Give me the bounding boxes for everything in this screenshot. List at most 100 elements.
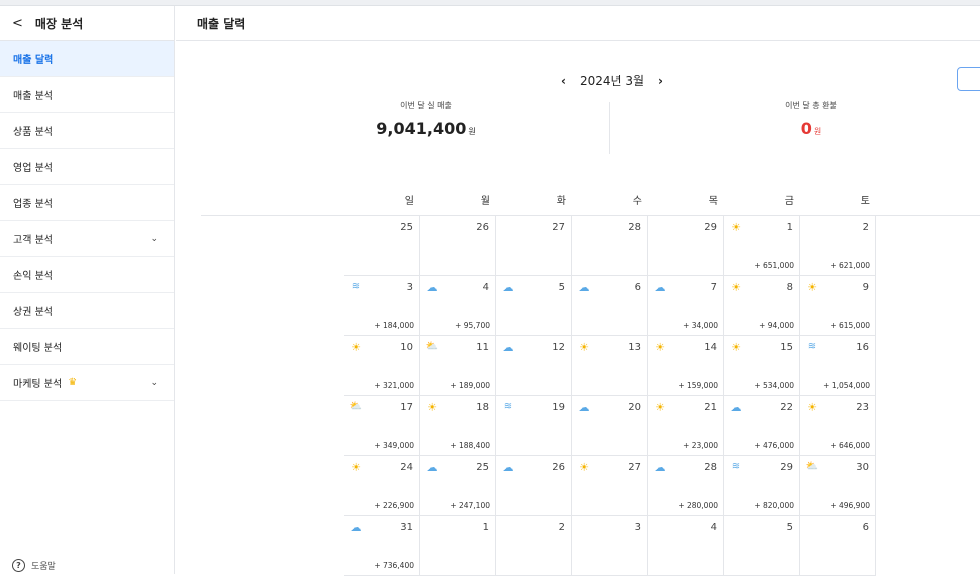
day-sales-amount: + 188,400 xyxy=(450,441,490,450)
sidebar-item-5[interactable]: 고객 분석 ⌄ xyxy=(0,221,174,257)
calendar-day-cell[interactable]: ☁ 28 + 280,000 xyxy=(648,456,724,516)
calendar-day-cell[interactable]: ☁ 20 xyxy=(572,396,648,456)
sidebar-item-6[interactable]: 손익 분석 xyxy=(0,257,174,293)
calendar-day-cell[interactable]: ☁ 5 xyxy=(496,276,572,336)
day-number: 3 xyxy=(406,282,413,293)
sidebar-item-8[interactable]: 웨이팅 분석 xyxy=(0,329,174,365)
calendar-day-cell[interactable]: ≋ 16 + 1,054,000 xyxy=(800,336,876,396)
day-sales-amount: + 226,900 xyxy=(374,501,414,510)
calendar-day-cell[interactable]: 2 + 621,000 xyxy=(800,216,876,276)
calendar-day-cell[interactable]: ☀ 9 + 615,000 xyxy=(800,276,876,336)
day-number: 6 xyxy=(634,282,641,293)
calendar-day-cell[interactable]: ☀ 18 + 188,400 xyxy=(420,396,496,456)
sidebar-item-3[interactable]: 영업 분석 xyxy=(0,149,174,185)
help-link[interactable]: ? 도움말 xyxy=(12,559,56,572)
sidebar: < 매장 분석 매출 달력매출 분석상품 분석영업 분석업종 분석 고객 분석 ⌄ 손… xyxy=(0,6,175,574)
sidebar-item-4[interactable]: 업종 분석 xyxy=(0,185,174,221)
calendar-day-cell[interactable]: ☁ 7 + 34,000 xyxy=(648,276,724,336)
sidebar-item-0[interactable]: 매출 달력 xyxy=(0,41,174,77)
calendar-day-cell[interactable]: 29 xyxy=(648,216,724,276)
sidebar-title: 매장 분석 xyxy=(34,16,84,31)
next-month-icon[interactable]: › xyxy=(658,74,663,88)
calendar-day-cell[interactable]: ☀ 8 + 94,000 xyxy=(724,276,800,336)
day-number: 14 xyxy=(704,342,717,353)
calendar-week-row: ⛅ 17 + 349,000 ☀ 18 + 188,400 ≋ 19 ☁ 20 ☀ 21 + 23,00… xyxy=(344,396,877,456)
day-number: 28 xyxy=(628,222,641,233)
day-sales-amount: + 23,000 xyxy=(683,441,718,450)
sidebar-item-1[interactable]: 매출 분석 xyxy=(0,77,174,113)
calendar-day-cell[interactable]: ☀ 10 + 321,000 xyxy=(344,336,420,396)
day-sales-amount: + 280,000 xyxy=(678,501,718,510)
calendar-day-cell[interactable]: ☀ 15 + 534,000 xyxy=(724,336,800,396)
calendar-day-cell[interactable]: ☀ 13 xyxy=(572,336,648,396)
sun-icon: ☀ xyxy=(731,340,741,354)
calendar-day-cell[interactable]: 27 xyxy=(496,216,572,276)
day-number: 21 xyxy=(704,402,717,413)
sidebar-menu: 매출 달력매출 분석상품 분석영업 분석업종 분석 고객 분석 ⌄ 손익 분석상권 분… xyxy=(0,41,174,401)
calendar-day-cell[interactable]: ≋ 3 + 184,000 xyxy=(344,276,420,336)
calendar-day-cell[interactable]: ☀ 27 xyxy=(572,456,648,516)
refund-label: 이번 달 총 환불 xyxy=(785,101,837,110)
day-number: 24 xyxy=(400,462,413,473)
calendar-day-cell[interactable]: ⛅ 17 + 349,000 xyxy=(344,396,420,456)
back-icon[interactable]: < xyxy=(12,16,23,31)
day-number: 30 xyxy=(856,462,869,473)
calendar-day-cell[interactable]: 2 xyxy=(496,516,572,576)
sidebar-item-label: 매출 달력 xyxy=(13,55,54,66)
summary-divider xyxy=(609,102,610,154)
month-navigator: ‹ 2024년 3월 › xyxy=(561,72,663,89)
sidebar-item-content: 상권 분석 xyxy=(13,303,53,318)
day-number: 29 xyxy=(780,462,793,473)
cloud-icon: ☁ xyxy=(654,280,666,294)
calendar-day-cell[interactable]: ☁ 6 xyxy=(572,276,648,336)
calendar-day-cell[interactable]: ≋ 29 + 820,000 xyxy=(724,456,800,516)
sidebar-item-content: 손익 분석 xyxy=(13,267,53,282)
calendar-day-cell[interactable]: ☁ 25 + 247,100 xyxy=(420,456,496,516)
day-number: 17 xyxy=(400,402,413,413)
calendar-day-cell[interactable]: ≋ 19 xyxy=(496,396,572,456)
calendar-day-cell[interactable]: ☁ 4 + 95,700 xyxy=(420,276,496,336)
calendar-day-cell[interactable]: ☁ 12 xyxy=(496,336,572,396)
calendar-day-cell[interactable]: ☁ 31 + 736,400 xyxy=(344,516,420,576)
calendar-day-cell[interactable]: ☀ 23 + 646,000 xyxy=(800,396,876,456)
sidebar-item-9[interactable]: 마케팅 분석 ♛ ⌄ xyxy=(0,365,174,401)
fog-icon: ≋ xyxy=(503,401,513,412)
day-number: 27 xyxy=(552,222,565,233)
calendar-day-cell[interactable]: 25 xyxy=(344,216,420,276)
sidebar-item-content: 상품 분석 xyxy=(13,123,53,138)
calendar-day-cell[interactable]: ☀ 1 + 651,000 xyxy=(724,216,800,276)
fog-icon: ≋ xyxy=(351,281,361,292)
day-number: 28 xyxy=(704,462,717,473)
calendar-day-cell[interactable]: ☁ 22 + 476,000 xyxy=(724,396,800,456)
sun-icon: ☀ xyxy=(807,400,817,414)
day-number: 12 xyxy=(552,342,565,353)
calendar-day-cell[interactable]: ☀ 14 + 159,000 xyxy=(648,336,724,396)
calendar-day-cell[interactable]: ☀ 21 + 23,000 xyxy=(648,396,724,456)
sales-summary: 이번 달 실 매출 9,041,400 원 xyxy=(346,100,506,138)
calendar-day-cell[interactable]: 4 xyxy=(648,516,724,576)
main-content: 매출 달력 ‹ 2024년 3월 › 이번 달 실 매출 9,041,400 원 … xyxy=(176,6,980,576)
calendar-day-cell[interactable]: 28 xyxy=(572,216,648,276)
day-sales-amount: + 476,000 xyxy=(754,441,794,450)
weekday-label: 목 xyxy=(708,196,718,207)
sidebar-item-label: 영업 분석 xyxy=(13,163,53,174)
day-number: 4 xyxy=(710,522,717,533)
day-number: 18 xyxy=(476,402,489,413)
day-sales-amount: + 646,000 xyxy=(830,441,870,450)
day-sales-amount: + 820,000 xyxy=(754,501,794,510)
calendar-day-cell[interactable]: ⛅ 11 + 189,000 xyxy=(420,336,496,396)
calendar-day-cell[interactable]: ☁ 26 xyxy=(496,456,572,516)
calendar-day-cell[interactable]: 26 xyxy=(420,216,496,276)
calendar-day-cell[interactable]: 1 xyxy=(420,516,496,576)
sidebar-item-7[interactable]: 상권 분석 xyxy=(0,293,174,329)
toolbar-button[interactable] xyxy=(957,67,980,91)
calendar-day-cell[interactable]: 3 xyxy=(572,516,648,576)
calendar-day-cell[interactable]: ☀ 24 + 226,900 xyxy=(344,456,420,516)
weekday-label: 화 xyxy=(556,196,566,207)
sidebar-item-2[interactable]: 상품 분석 xyxy=(0,113,174,149)
calendar-day-cell[interactable]: 5 xyxy=(724,516,800,576)
calendar-day-cell[interactable]: 6 xyxy=(800,516,876,576)
calendar-day-cell[interactable]: ⛅ 30 + 496,900 xyxy=(800,456,876,516)
sun-icon: ☀ xyxy=(731,220,741,234)
prev-month-icon[interactable]: ‹ xyxy=(561,74,566,88)
